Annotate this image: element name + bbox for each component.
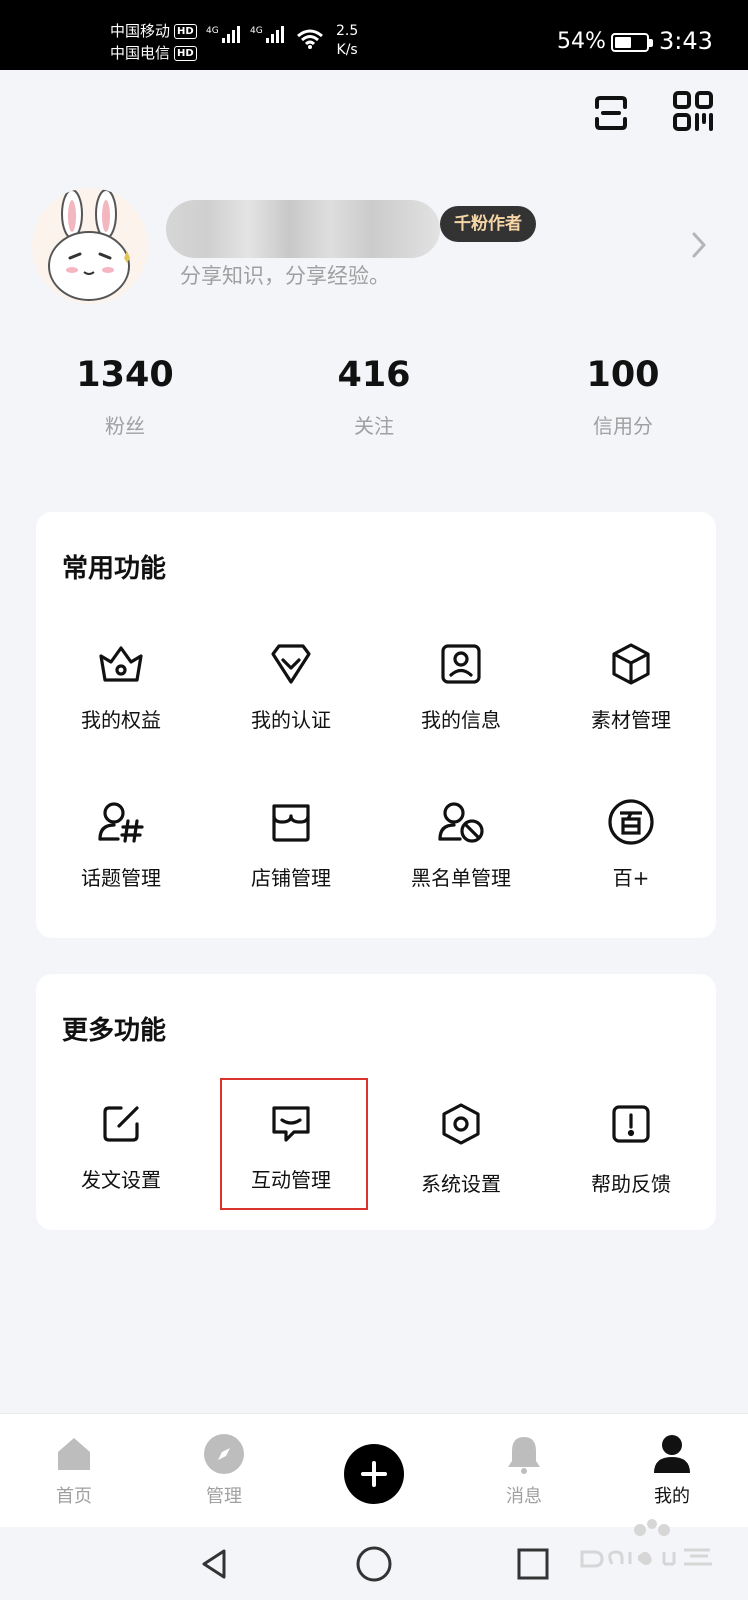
wifi-icon: [296, 28, 324, 54]
stat-label: 信用分: [593, 414, 653, 438]
function-label: 系统设置: [421, 1172, 501, 1196]
clock: 3:43: [659, 27, 713, 55]
status-bar: 中国移动 HD 中国电信 HD 4G 4G 2.5 K/s 54% 3:43: [0, 0, 748, 70]
cube-icon: [546, 640, 716, 688]
nav-label: 首页: [56, 1486, 92, 1507]
username-blurred: [166, 200, 440, 258]
function-blacklist-management[interactable]: 黑名单管理: [376, 798, 546, 891]
function-my-benefits[interactable]: 我的权益: [36, 640, 206, 733]
stat-fans[interactable]: 1340 粉丝: [25, 354, 225, 439]
function-label: 素材管理: [591, 708, 671, 732]
author-badge: 千粉作者: [440, 206, 536, 242]
signal-icon: 4G: [250, 26, 284, 43]
nav-label: 消息: [506, 1486, 542, 1507]
function-bai-plus[interactable]: 百+: [546, 798, 716, 891]
settings-icon: [376, 1100, 546, 1148]
function-label: 我的信息: [421, 708, 501, 732]
back-icon[interactable]: [192, 1541, 238, 1587]
function-help-feedback[interactable]: 帮助反馈: [546, 1100, 716, 1197]
function-shop-management[interactable]: 店铺管理: [206, 798, 376, 891]
stat-credit[interactable]: 100 信用分: [523, 354, 723, 439]
nav-messages[interactable]: 消息: [474, 1432, 574, 1508]
plus-icon: [361, 1461, 387, 1487]
crown-icon: [36, 640, 206, 688]
bell-icon: [474, 1432, 574, 1476]
carrier-info: 中国移动 HD 中国电信 HD: [110, 20, 197, 64]
qrcode-icon[interactable]: [670, 88, 716, 134]
network-speed: 2.5 K/s: [336, 23, 359, 58]
stat-value: 416: [337, 355, 411, 395]
function-system-settings[interactable]: 系统设置: [376, 1100, 546, 1197]
highlight-annotation-box: [220, 1078, 368, 1210]
nav-mine[interactable]: 我的: [622, 1432, 722, 1508]
section-title: 更多功能: [62, 1016, 167, 1046]
more-functions-card: 更多功能 发文设置 互动管理 系统设置 帮助反馈: [36, 974, 716, 1230]
nav-manage[interactable]: 管理: [174, 1432, 274, 1508]
app-screen: 中国移动 HD 中国电信 HD 4G 4G 2.5 K/s 54% 3:43 千…: [0, 0, 748, 1600]
function-material-management[interactable]: 素材管理: [546, 640, 716, 733]
function-label: 帮助反馈: [591, 1172, 671, 1196]
create-post-button[interactable]: [344, 1444, 404, 1504]
nav-label: 我的: [654, 1486, 690, 1507]
function-label: 我的认证: [251, 708, 331, 732]
chevron-right-icon[interactable]: [690, 230, 708, 264]
avatar[interactable]: [32, 188, 148, 304]
shop-icon: [206, 798, 376, 846]
profile-bio: 分享知识，分享经验。: [180, 264, 390, 288]
function-label: 百+: [612, 866, 650, 890]
function-label: 我的权益: [81, 708, 161, 732]
block-user-icon: [376, 798, 546, 846]
battery-percent: 54%: [557, 29, 606, 54]
function-label: 黑名单管理: [411, 866, 511, 890]
function-my-verification[interactable]: 我的认证: [206, 640, 376, 733]
hd-badge: HD: [174, 23, 197, 39]
recents-icon[interactable]: [510, 1541, 556, 1587]
function-topic-management[interactable]: 话题管理: [36, 798, 206, 891]
signal-icon: 4G: [206, 26, 240, 43]
common-functions-card: 常用功能 我的权益 我的认证 我的信息 素材管理 话题管理 店铺管理 黑名单管理…: [36, 512, 716, 938]
nav-home[interactable]: 首页: [24, 1432, 124, 1508]
topic-icon: [36, 798, 206, 846]
stat-value: 100: [586, 355, 660, 395]
battery-icon: [611, 33, 653, 52]
user-icon: [622, 1432, 722, 1476]
stat-label: 关注: [354, 414, 394, 438]
compass-icon: [174, 1432, 274, 1476]
stat-label: 粉丝: [105, 414, 145, 438]
stat-following[interactable]: 416 关注: [274, 354, 474, 439]
function-label: 话题管理: [81, 866, 161, 890]
scan-icon[interactable]: [588, 90, 634, 136]
edit-icon: [36, 1100, 206, 1148]
carrier-1: 中国移动: [110, 22, 171, 40]
stat-value: 1340: [76, 355, 174, 395]
section-title: 常用功能: [62, 554, 167, 584]
home-circle-icon[interactable]: [351, 1541, 397, 1587]
bottom-nav: 首页 管理 消息 我的: [0, 1413, 748, 1527]
function-post-settings[interactable]: 发文设置: [36, 1100, 206, 1193]
feedback-icon: [546, 1100, 716, 1148]
verify-icon: [206, 640, 376, 688]
function-label: 店铺管理: [251, 866, 331, 890]
bai-plus-icon: [546, 798, 716, 846]
hd-badge: HD: [174, 45, 197, 61]
profile-card-icon: [376, 640, 546, 688]
nav-label: 管理: [206, 1486, 242, 1507]
baidu-jingyan-watermark: [572, 1512, 722, 1589]
carrier-2: 中国电信: [110, 44, 171, 62]
function-my-info[interactable]: 我的信息: [376, 640, 546, 733]
function-label: 发文设置: [81, 1168, 161, 1192]
home-icon: [24, 1432, 124, 1476]
